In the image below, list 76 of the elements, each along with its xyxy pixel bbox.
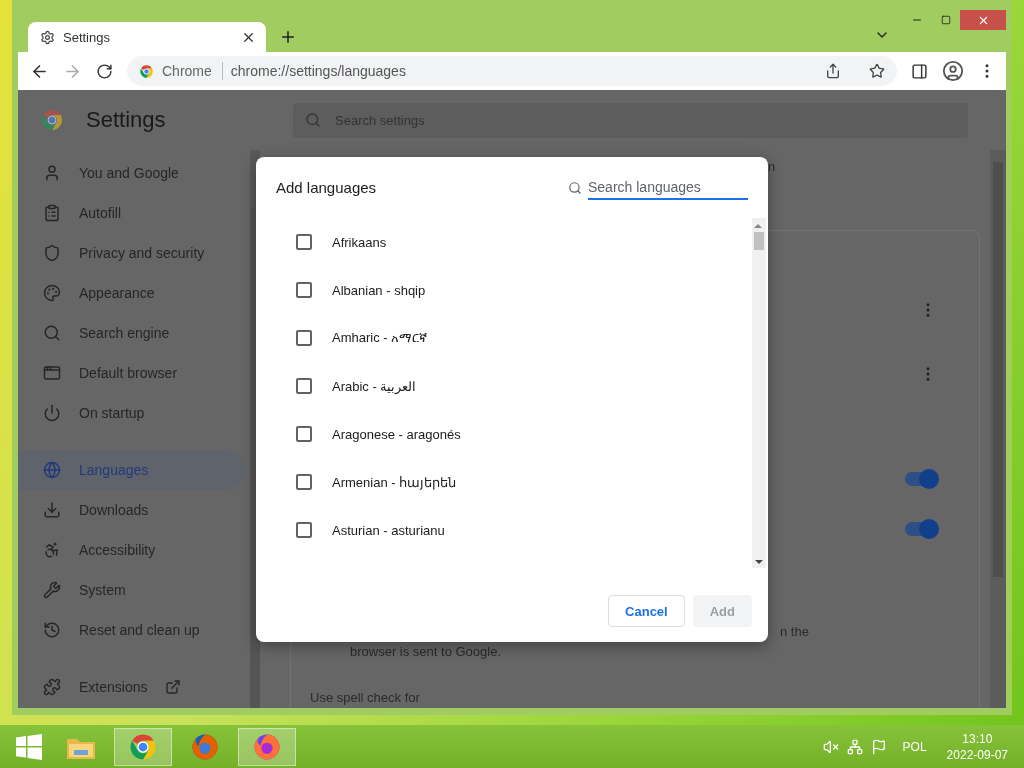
language-label: Afrikaans [332,234,387,250]
power-icon [43,404,61,422]
language-label: Albanian - shqip [332,282,426,298]
taskbar-app[interactable] [238,727,296,766]
muted-speaker-icon[interactable] [822,738,839,755]
download-icon [43,501,61,519]
sidebar-item[interactable]: Autofill [18,193,245,233]
language-label: Amharic - አማርኛ [332,330,428,346]
cancel-button[interactable]: Cancel [608,595,685,627]
side-panel-icon[interactable] [911,62,928,80]
page-text: n the [780,624,809,639]
chrome-logo-icon [40,108,64,132]
toggle-switch[interactable] [905,522,937,536]
palette-icon [43,284,61,302]
taskbar-app[interactable] [114,727,172,766]
clock-time: 13:10 [962,730,993,747]
checkbox[interactable] [296,426,312,442]
sidebar-item[interactable]: Appearance [18,273,245,313]
checkbox[interactable] [296,474,312,490]
sidebar-item[interactable]: Downloads [18,490,245,530]
star-icon[interactable] [869,63,885,79]
profile-icon[interactable] [942,60,964,82]
sidebar-item[interactable]: Accessibility [18,530,245,570]
sidebar-item[interactable]: Extensions [18,667,245,707]
checkbox[interactable] [296,234,312,250]
checkbox[interactable] [296,282,312,298]
search-icon [43,324,61,342]
input-language[interactable]: POL [902,739,927,754]
flag-icon[interactable] [870,738,887,755]
clipboard-icon [43,204,61,222]
scrollbar[interactable] [990,150,1006,708]
url-text: chrome://settings/languages [230,63,407,79]
person-icon [43,164,61,182]
globe-icon [43,461,61,479]
accessibility-icon [43,541,61,559]
windows-logo-icon[interactable] [16,733,42,760]
external-link-icon[interactable] [165,679,182,695]
network-icon[interactable] [846,738,863,755]
language-label: Asturian - asturianu [332,522,445,538]
new-tab-icon[interactable] [279,28,297,46]
sidebar-item[interactable]: Reset and clean up [18,610,245,650]
dialog-title: Add languages [276,179,378,196]
settings-icon [40,29,55,45]
clock-date: 2022-09-07 [946,746,1008,763]
sidebar-item[interactable]: On startup [18,393,245,433]
tab-title: Settings [63,29,111,45]
reload-icon[interactable] [96,62,113,80]
history-icon [43,621,61,639]
page-text: Use spell check for [310,690,420,705]
sidebar-item[interactable]: Languages [18,450,245,490]
maximize-icon [940,15,951,25]
wrench-icon [43,581,61,599]
checkbox[interactable] [296,522,312,538]
language-label: Armenian - հայերեն [332,474,457,490]
search-icon [568,180,582,195]
language-label: Arabic - العربية [332,378,417,394]
address-bar[interactable]: Chrome chrome://settings/languages [127,56,897,86]
checkbox[interactable] [296,378,312,394]
chrome-logo-icon [139,63,154,79]
site-chip: Chrome [162,62,223,80]
checkbox[interactable] [296,330,312,346]
puzzle-icon [43,678,61,696]
search-icon [305,112,321,128]
browser-window-icon [43,364,61,382]
shield-icon [43,244,61,262]
sidebar-item[interactable]: Search engine [18,313,245,353]
settings-title: Settings [86,107,166,133]
sidebar-item[interactable]: Default browser [18,353,245,393]
sidebar-item[interactable]: You and Google [18,153,245,193]
sidebar-item[interactable]: Privacy and security [18,233,245,273]
browser-tab[interactable]: Settings [28,22,266,52]
sidebar-item[interactable]: System [18,570,245,610]
toggle-switch[interactable] [905,472,937,486]
scrollbar[interactable] [752,218,766,568]
share-icon[interactable] [825,63,841,79]
language-label: Aragonese - aragonés [332,426,461,442]
